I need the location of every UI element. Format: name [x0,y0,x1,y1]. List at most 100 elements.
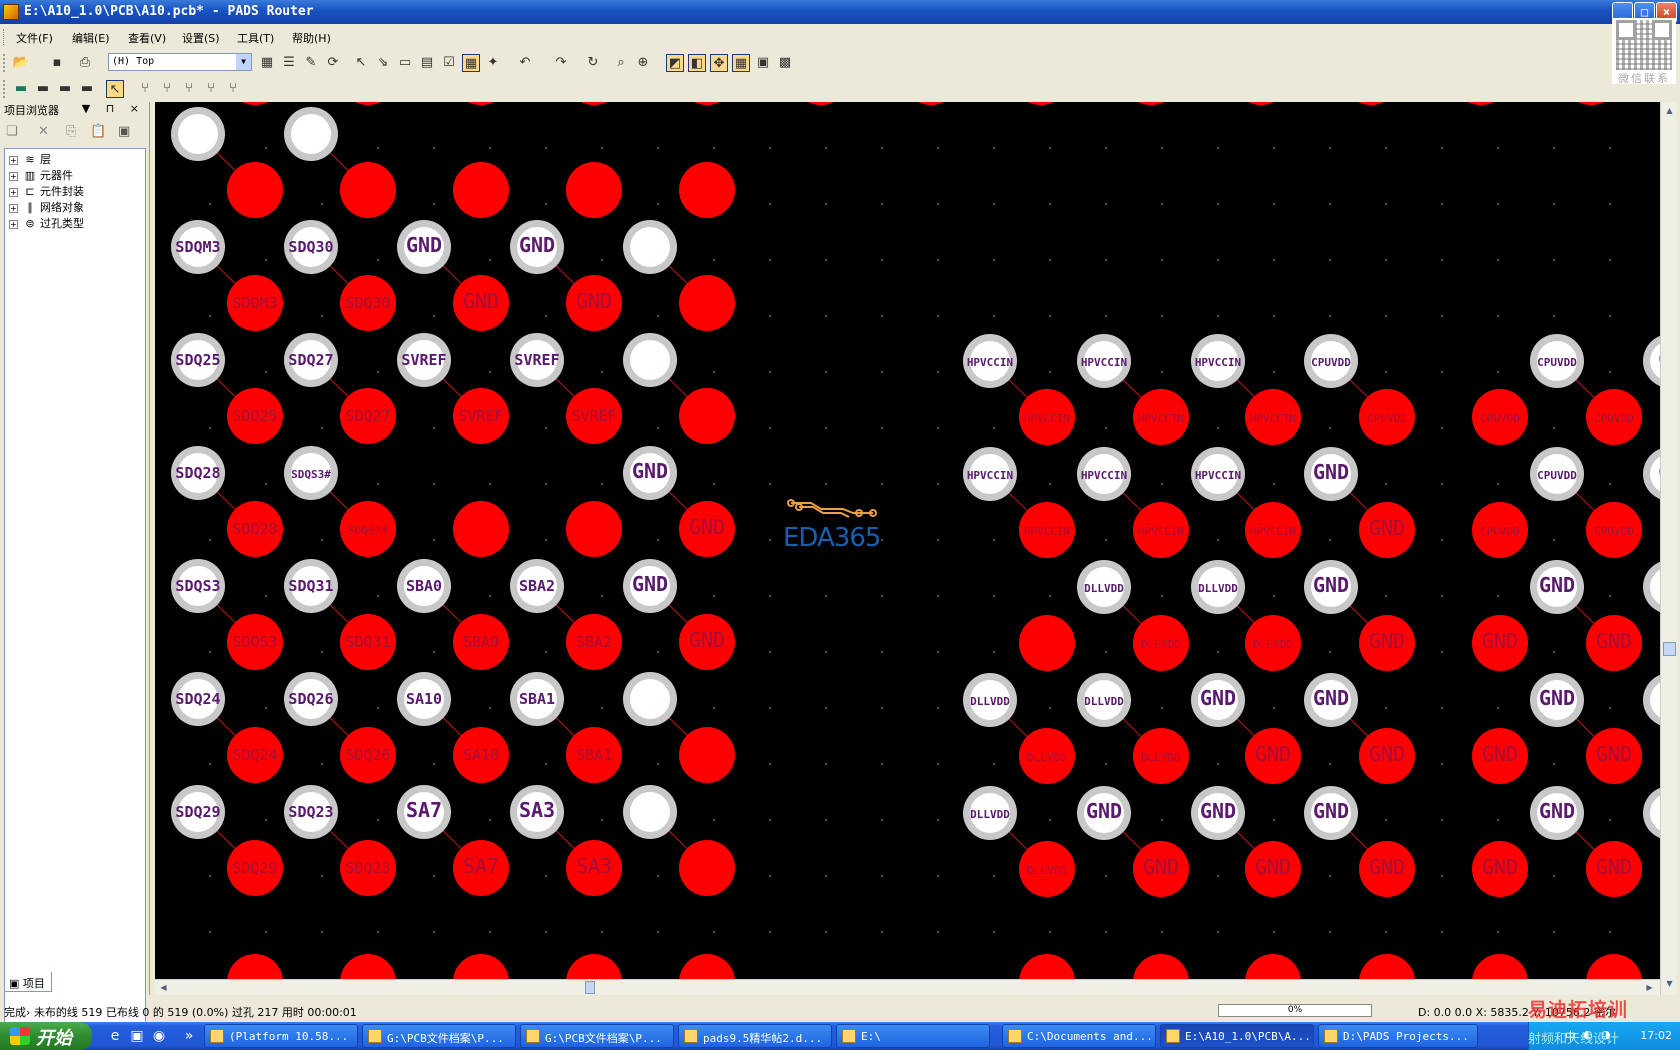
pad-red-label[interactable]: GND [463,289,499,313]
pad-red[interactable] [566,501,622,557]
pad-red[interactable] [1359,954,1415,979]
pad-red-label[interactable]: SA10 [463,746,499,764]
pad-white[interactable] [630,340,670,380]
copy-icon[interactable]: ⎘ [66,124,76,139]
pad-label[interactable]: GND [406,233,442,257]
pad-red-label[interactable]: GND [1482,629,1518,653]
pad-label[interactable]: GND [1313,573,1349,597]
menu-tools[interactable]: 工具(T) [237,30,274,46]
paste-icon[interactable]: 📋 [90,124,106,139]
route-icon[interactable]: ✦ [484,54,502,72]
pad-red[interactable] [1343,102,1399,105]
menu-edit[interactable]: 编辑(E) [72,30,110,46]
scroll-left-icon[interactable]: ◀ [157,981,170,994]
pad-label[interactable]: GND [1539,686,1575,710]
pad-red-label[interactable]: HPVCCIN [1138,525,1184,538]
pad-red-label[interactable]: SDQ24 [232,746,277,764]
pad-red-label[interactable]: DLLVDD [1141,638,1181,651]
pad-red-label[interactable]: SDQ31 [345,633,390,651]
pad-red-label[interactable]: GND [1369,855,1405,879]
pad-red[interactable] [1453,102,1509,105]
vertical-scrollbar[interactable]: ▲ ▼ [1660,102,1677,995]
route-tune-icon[interactable]: ⑂ [224,80,242,98]
pad-red-label[interactable]: SVREF [458,407,503,425]
pad-label[interactable]: CPUVDD [1537,469,1577,482]
pad-label[interactable]: SA10 [406,690,442,708]
pad-red-label[interactable]: SDQ27 [345,407,390,425]
pad-white[interactable] [178,114,218,154]
pad-label[interactable]: SDQ24 [175,690,220,708]
pad-red-label[interactable]: HPVCCIN [1024,412,1070,425]
move-icon[interactable]: ✥ [710,54,728,72]
properties-icon[interactable]: ☰ [280,54,298,72]
pad-red-label[interactable]: SBA0 [463,633,499,651]
task-folder-2[interactable]: G:\PCB文件档案\P... [520,1024,674,1048]
pad-label[interactable]: HPVCCIN [967,469,1013,482]
pad-label[interactable]: GND [1313,460,1349,484]
pad-label[interactable]: SDQ29 [175,803,220,821]
menu-file[interactable]: 文件(F) [16,30,53,46]
task-pads-projects[interactable]: D:\PADS Projects... [1318,1024,1478,1048]
pad-red[interactable] [679,840,735,896]
pcb-canvas[interactable]: SDQM3 SDQ30 GND GND SDQ25 SDQ27 SVREF SVREF SDQ2… [155,102,1660,979]
board-icon[interactable]: ▤ [418,54,436,72]
pad-red[interactable] [227,162,283,218]
pad-label[interactable]: GND [1539,573,1575,597]
pad-label[interactable]: SDQ23 [288,803,333,821]
pad-white[interactable] [630,679,670,719]
tree-item-components[interactable]: + ▥ 元器件 [9,167,73,183]
pad-red[interactable] [1245,954,1301,979]
pad-red-label[interactable]: CPUVDD [1480,412,1520,425]
pad-red-label[interactable]: DLLVDD [1027,751,1067,764]
chip-icon[interactable]: ▩ [776,54,794,72]
pad-red-label[interactable]: SDQS3 [232,633,277,651]
pad-red-label[interactable]: GND [1143,855,1179,879]
pad-red-label[interactable]: CPUVDD [1594,525,1634,538]
open-icon[interactable]: 📂 [12,54,30,72]
pan-icon[interactable]: ◧ [688,54,706,72]
pad-red[interactable] [340,102,396,105]
pad-red-label[interactable]: GND [1255,855,1291,879]
pad-label[interactable]: SVREF [514,351,559,369]
expand-icon[interactable]: + [9,187,18,197]
pad-red-label[interactable]: GND [1596,629,1632,653]
expand-icon[interactable]: + [9,219,18,229]
horizontal-scroll-thumb[interactable] [585,981,595,994]
pad-red-label[interactable]: DLLVDD [1141,751,1181,764]
pad-red-label[interactable]: CPUVDD [1480,525,1520,538]
pad-red[interactable] [793,102,849,105]
zoom-icon[interactable]: ⌕ [612,54,630,72]
redo-icon[interactable]: ↷ [552,54,570,72]
pad-red-label[interactable]: SDQ28 [232,520,277,538]
pad-red[interactable] [1586,954,1642,979]
pad-label[interactable]: SDQM3 [175,238,220,256]
task-folder-1[interactable]: G:\PCB文件档案\P... [362,1024,516,1048]
spreadsheet-icon[interactable]: ▦ [732,54,750,72]
expand-icon[interactable]: + [9,155,18,165]
menu-help[interactable]: 帮助(H) [292,30,331,46]
pad-label[interactable]: DLLVDD [970,808,1010,821]
chevron-down-icon[interactable]: ▼ [236,54,251,70]
pad-label[interactable]: SDQ30 [288,238,333,256]
pad-label[interactable]: HPVCCIN [1081,469,1127,482]
pad-label[interactable]: SDQS3 [175,577,220,595]
task-platform[interactable]: (Platform 10.58... [204,1024,358,1048]
pad-red-label[interactable]: GND [1482,855,1518,879]
pad-red[interactable] [453,954,509,979]
pad-red[interactable] [1563,102,1619,105]
pad-label[interactable]: SDQ27 [288,351,333,369]
route-interactive-icon[interactable]: ⑂ [136,80,154,98]
menu-view[interactable]: 查看(V) [128,30,166,46]
pad-red[interactable] [679,388,735,444]
brush-icon[interactable]: ✎ [302,54,320,72]
pad-red-label[interactable]: SDQ30 [345,294,390,312]
pad-red-label[interactable]: HPVCCIN [1024,525,1070,538]
pad-red-label[interactable]: SDQ29 [232,859,277,877]
pad-red-label[interactable]: HPVCCIN [1250,525,1296,538]
delete-icon[interactable]: ✕ [38,124,49,139]
dec-icon[interactable]: ⇘ [374,54,392,72]
route-layer-icon[interactable]: ▬ [12,80,30,98]
pad-label[interactable]: GND [1313,799,1349,823]
pad-red[interactable] [453,162,509,218]
menu-setup[interactable]: 设置(S) [182,30,220,46]
